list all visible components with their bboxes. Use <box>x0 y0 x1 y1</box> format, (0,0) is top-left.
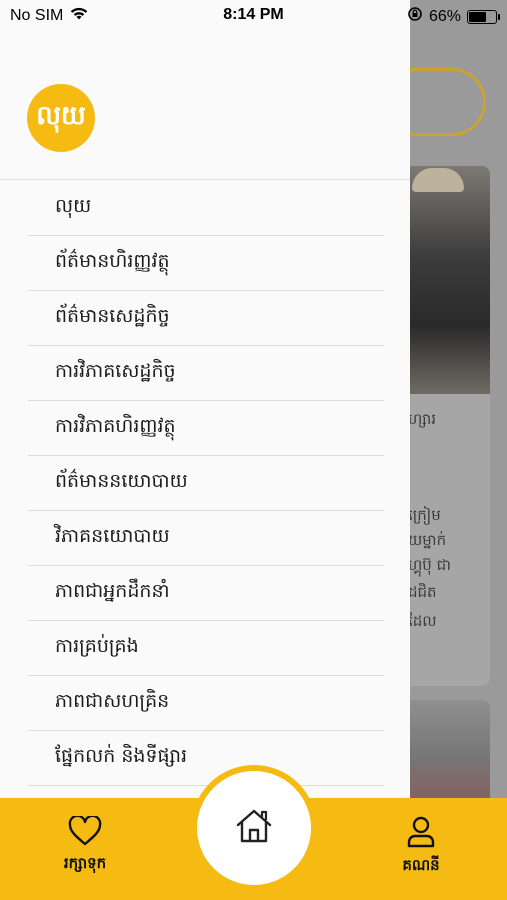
menu-item-label: ការវិភាគហិរញ្ញវត្ថុ <box>55 415 176 437</box>
background-article-text: យម្នាក់ <box>408 531 447 549</box>
battery-icon <box>467 9 500 24</box>
background-article-text: ដជិត <box>408 583 437 601</box>
drawer-menu: លុយ ព័ត៌មានហិរញ្ញវត្ថុ ព័ត៌មានសេដ្ឋកិច្ច… <box>0 181 410 786</box>
menu-item-label: ភាពជាសហគ្រិន <box>55 690 170 712</box>
home-button[interactable] <box>191 765 317 891</box>
menu-item-label: ការគ្រប់គ្រង <box>55 635 139 657</box>
menu-item-label: ផ្នែកលក់ និងទីផ្សារ <box>55 745 188 767</box>
menu-item-sales-marketing[interactable]: ផ្នែកលក់ និងទីផ្សារ <box>28 731 384 786</box>
menu-item-economic-news[interactable]: ព័ត៌មានសេដ្ឋកិច្ច <box>28 291 384 346</box>
menu-item-money[interactable]: លុយ <box>28 181 384 236</box>
tab-account[interactable]: គណនី <box>386 816 456 878</box>
background-article-text: ហ្គុប៊ុ ជា <box>408 556 451 574</box>
logo-text: លុយ <box>36 101 86 131</box>
menu-item-economic-analysis[interactable]: ការវិភាគសេដ្ឋកិច្ច <box>28 346 384 401</box>
menu-item-finance-analysis[interactable]: ការវិភាគហិរញ្ញវត្ថុ <box>28 401 384 456</box>
drawer-header: លុយ <box>0 30 410 180</box>
menu-item-label: ព័ត៌មាននយោបាយ <box>55 470 188 492</box>
battery-percent: 66% <box>428 7 461 25</box>
tab-account-label: គណនី <box>402 856 440 874</box>
background-article-text: ក្រៀម <box>408 506 441 524</box>
battery-level <box>469 11 487 22</box>
menu-item-management[interactable]: ការគ្រប់គ្រង <box>28 621 384 676</box>
menu-item-political-news[interactable]: ព័ត៌មាននយោបាយ <box>28 456 384 511</box>
menu-item-political-analysis[interactable]: វិភាគនយោបាយ <box>28 511 384 566</box>
navigation-drawer: លុយ លុយ ព័ត៌មានហិរញ្ញវត្ថុ ព័ត៌មានសេដ្ឋក… <box>0 0 410 900</box>
menu-item-label: ព័ត៌មានហិរញ្ញវត្ថុ <box>55 250 170 272</box>
background-article-title: ហ្សារ <box>408 410 437 428</box>
menu-item-label: វិភាគនយោបាយ <box>55 525 170 547</box>
orientation-lock-icon <box>407 6 423 27</box>
menu-item-entrepreneurship[interactable]: ភាពជាសហគ្រិន <box>28 676 384 731</box>
app-logo: លុយ <box>27 84 95 152</box>
menu-item-label: ការវិភាគសេដ្ឋកិច្ច <box>55 360 176 382</box>
background-article-photo <box>404 166 490 394</box>
tab-saved-label: រក្សាទុក <box>63 854 107 872</box>
menu-item-label: ភាពជាអ្នកដឹកនាំ <box>55 580 170 602</box>
menu-item-label: លុយ <box>55 195 92 217</box>
background-article-text: ដែល <box>408 612 437 630</box>
user-icon <box>406 816 436 856</box>
tab-saved[interactable]: រក្សាទុក <box>50 814 120 876</box>
menu-item-finance-news[interactable]: ព័ត៌មានហិរញ្ញវត្ថុ <box>28 236 384 291</box>
menu-item-label: ព័ត៌មានសេដ្ឋកិច្ច <box>55 305 170 327</box>
heart-icon <box>68 814 102 854</box>
background-article-card-2 <box>404 700 490 810</box>
background-photo-detail <box>412 168 464 192</box>
status-right: 66% <box>407 6 500 27</box>
status-bar: No SIM 8:14 PM 66% <box>0 0 507 30</box>
menu-item-leadership[interactable]: ភាពជាអ្នកដឹកនាំ <box>28 566 384 621</box>
home-icon <box>235 808 273 848</box>
screen: ហ្សារ ក្រៀម យម្នាក់ ហ្គុប៊ុ ជា ដជិត ដែល … <box>0 0 507 900</box>
